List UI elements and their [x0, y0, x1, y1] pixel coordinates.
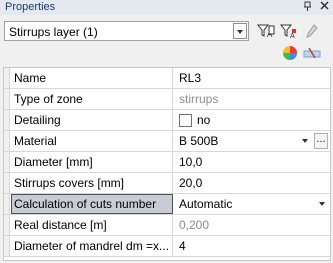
chevron-down-icon[interactable] [300, 135, 310, 147]
property-row-type-of-zone: Type of zone stirrups [4, 89, 330, 110]
property-row-name: Name RL3 [4, 68, 330, 89]
layer-select-value: Stirrups layer (1) [9, 25, 98, 39]
property-value-name[interactable]: RL3 [174, 68, 330, 88]
property-row-diameter: Diameter [mm] 10,0 [4, 152, 330, 173]
property-row-real-distance: Real distance [m] 0,200 [4, 215, 330, 236]
filter-icon[interactable]: A [256, 21, 276, 41]
property-label: Diameter [mm] [11, 152, 173, 172]
property-label: Real distance [m] [11, 215, 173, 235]
filter-edit-icon[interactable]: A [279, 21, 299, 41]
titlebar-icons [303, 1, 329, 15]
property-grid: Name RL3 Type of zone stirrups Detailing… [3, 67, 331, 261]
pencil-icon[interactable] [302, 21, 322, 41]
properties-toolbar: Stirrups layer (1) A A [0, 15, 333, 65]
property-label: Calculation of cuts number [11, 194, 173, 214]
color-wheel-icon[interactable] [280, 43, 300, 63]
property-value-diameter[interactable]: 10,0 [174, 152, 330, 172]
property-label: Material [11, 131, 173, 151]
detailing-checkbox-label: no [197, 113, 211, 127]
property-label: Detailing [11, 110, 173, 130]
property-value-type-of-zone: stirrups [179, 92, 219, 106]
property-label: Diameter of mandrel dm =x... [11, 236, 173, 256]
chevron-down-icon[interactable] [233, 23, 247, 39]
panel-titlebar: Properties [0, 0, 333, 15]
chevron-down-icon[interactable] [317, 198, 327, 210]
property-row-detailing: Detailing no [4, 110, 330, 131]
panel-title: Properties [5, 1, 56, 13]
detailing-checkbox[interactable] [179, 114, 192, 127]
property-row-material: Material B 500B … [4, 131, 330, 152]
property-label: Type of zone [11, 89, 173, 109]
material-browse-button[interactable]: … [314, 133, 328, 149]
property-row-calculation-of-cuts: Calculation of cuts number Automatic [4, 194, 330, 215]
property-value-real-distance: 0,200 [179, 218, 210, 232]
property-label: Name [11, 68, 173, 88]
property-label: Stirrups covers [mm] [11, 173, 173, 193]
property-value-calculation-of-cuts[interactable]: Automatic [174, 194, 330, 214]
clear-icon[interactable] [302, 43, 322, 63]
svg-text:A: A [290, 33, 295, 39]
pin-icon[interactable] [303, 1, 312, 15]
property-value-diameter-of-mandrel[interactable]: 4 [174, 236, 330, 256]
property-value-stirrups-covers[interactable]: 20,0 [174, 173, 330, 193]
property-row-diameter-of-mandrel: Diameter of mandrel dm =x... 4 [4, 236, 330, 257]
layer-select[interactable]: Stirrups layer (1) [4, 21, 249, 41]
property-row-stirrups-covers: Stirrups covers [mm] 20,0 [4, 173, 330, 194]
close-icon[interactable] [320, 1, 329, 15]
